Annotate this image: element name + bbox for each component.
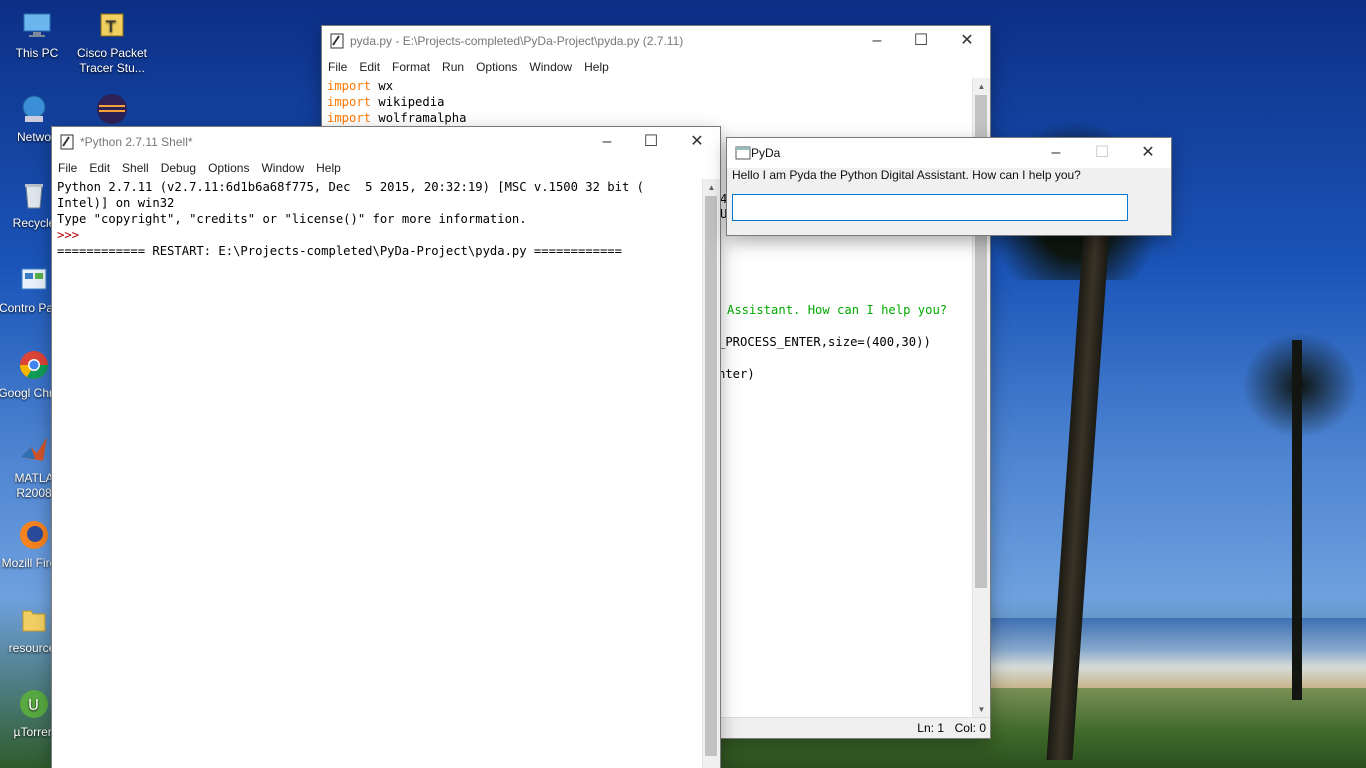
- desktop-icon-label: This PC: [15, 46, 59, 60]
- code-fragment: nter): [718, 367, 755, 381]
- svg-text:U: U: [28, 696, 39, 714]
- desktop-icon-eclipse[interactable]: [76, 92, 148, 130]
- close-button[interactable]: ✕: [674, 127, 720, 157]
- menu-help[interactable]: Help: [578, 56, 615, 74]
- folder-icon: [17, 603, 51, 637]
- scroll-down-arrow-icon[interactable]: ▼: [973, 701, 990, 718]
- close-button[interactable]: ✕: [1125, 138, 1171, 168]
- shell-window[interactable]: *Python 2.7.11 Shell* – ☐ ✕ File Edit Shel…: [52, 127, 720, 768]
- menu-debug[interactable]: Debug: [155, 157, 202, 175]
- pyda-message: Hello I am Pyda the Python Digital Assis…: [732, 168, 1081, 182]
- shell-output-line: Intel)] on win32: [57, 196, 175, 210]
- menu-run[interactable]: Run: [436, 56, 470, 74]
- minimize-button[interactable]: –: [1033, 138, 1079, 168]
- eclipse-icon: [95, 92, 129, 126]
- scroll-up-arrow-icon[interactable]: ▲: [703, 179, 720, 196]
- desktop-icon-cisco-packet-tracer[interactable]: T Cisco Packet Tracer Stu...: [76, 8, 148, 76]
- minimize-button[interactable]: –: [854, 26, 900, 56]
- menu-edit[interactable]: Edit: [353, 56, 386, 74]
- desktop-icon-this-pc[interactable]: This PC: [1, 8, 73, 61]
- scrollbar-thumb[interactable]: [705, 196, 717, 756]
- editor-title: pyda.py - E:\Projects-completed\PyDa-Pro…: [350, 34, 684, 48]
- menu-options[interactable]: Options: [470, 56, 523, 74]
- wallpaper-sea: [990, 618, 1366, 688]
- shell-titlebar[interactable]: *Python 2.7.11 Shell* – ☐ ✕: [52, 127, 720, 157]
- status-line: Ln: 1: [917, 721, 944, 735]
- utorrent-icon: U: [17, 687, 51, 721]
- maximize-button: ☐: [1094, 144, 1110, 161]
- code-line: import wx: [327, 79, 394, 93]
- idle-icon: [60, 134, 76, 150]
- this-pc-icon: [20, 8, 54, 42]
- menu-format[interactable]: Format: [386, 56, 436, 74]
- menu-help[interactable]: Help: [310, 157, 347, 175]
- app-window-icon: [735, 145, 751, 161]
- code-line: import wikipedia: [327, 95, 445, 109]
- code-fragment-string: Assistant. How can I help you?: [727, 303, 948, 317]
- pyda-title: PyDa: [751, 146, 781, 160]
- idle-icon: [330, 33, 346, 49]
- shell-text-area[interactable]: Python 2.7.11 (v2.7.11:6d1b6a68f775, Dec…: [52, 179, 703, 768]
- shell-output-line: Python 2.7.11 (v2.7.11:6d1b6a68f775, Dec…: [57, 180, 644, 194]
- cisco-packet-tracer-icon: T: [95, 8, 129, 42]
- code-line: import wolframalpha: [327, 111, 467, 125]
- desktop-icon-label: Cisco Packet Tracer Stu...: [76, 46, 148, 75]
- menu-file[interactable]: File: [52, 157, 83, 175]
- minimize-button[interactable]: –: [584, 127, 630, 157]
- code-fragment: _PROCESS_ENTER,size=(400,30)): [718, 335, 931, 349]
- svg-text:T: T: [105, 17, 116, 36]
- chrome-icon: [17, 348, 51, 382]
- wallpaper-palm-small-trunk: [1292, 340, 1302, 700]
- menu-window[interactable]: Window: [255, 157, 310, 175]
- shell-scrollbar[interactable]: ▲: [702, 179, 720, 768]
- menu-window[interactable]: Window: [523, 56, 578, 74]
- shell-title: *Python 2.7.11 Shell*: [80, 135, 193, 149]
- firefox-icon: [17, 518, 51, 552]
- shell-output-line: Type "copyright", "credits" or "license(…: [57, 212, 527, 226]
- editor-titlebar[interactable]: pyda.py - E:\Projects-completed\PyDa-Pro…: [322, 26, 990, 56]
- pyda-titlebar[interactable]: PyDa – ☐ ✕: [727, 138, 1171, 168]
- close-button[interactable]: ✕: [944, 26, 990, 56]
- maximize-button[interactable]: ☐: [628, 127, 674, 157]
- matlab-icon: [17, 433, 51, 467]
- pyda-query-input[interactable]: [732, 194, 1128, 221]
- scroll-up-arrow-icon[interactable]: ▲: [973, 78, 990, 95]
- status-column: Col: 0: [954, 721, 986, 735]
- network-icon: [17, 92, 51, 126]
- editor-menubar: File Edit Format Run Options Window Help: [322, 56, 990, 79]
- menu-edit[interactable]: Edit: [83, 157, 116, 175]
- maximize-button[interactable]: ☐: [898, 26, 944, 56]
- menu-options[interactable]: Options: [202, 157, 255, 175]
- menu-file[interactable]: File: [322, 56, 353, 74]
- shell-prompt: >>>: [57, 228, 80, 242]
- recycle-bin-icon: [17, 178, 51, 212]
- menu-shell[interactable]: Shell: [116, 157, 155, 175]
- shell-restart-line: ============ RESTART: E:\Projects-comple…: [57, 244, 622, 258]
- shell-menubar: File Edit Shell Debug Options Window Help: [52, 157, 720, 180]
- control-panel-icon: [17, 263, 51, 297]
- pyda-window[interactable]: PyDa – ☐ ✕ Hello I am Pyda the Python Di…: [727, 138, 1171, 235]
